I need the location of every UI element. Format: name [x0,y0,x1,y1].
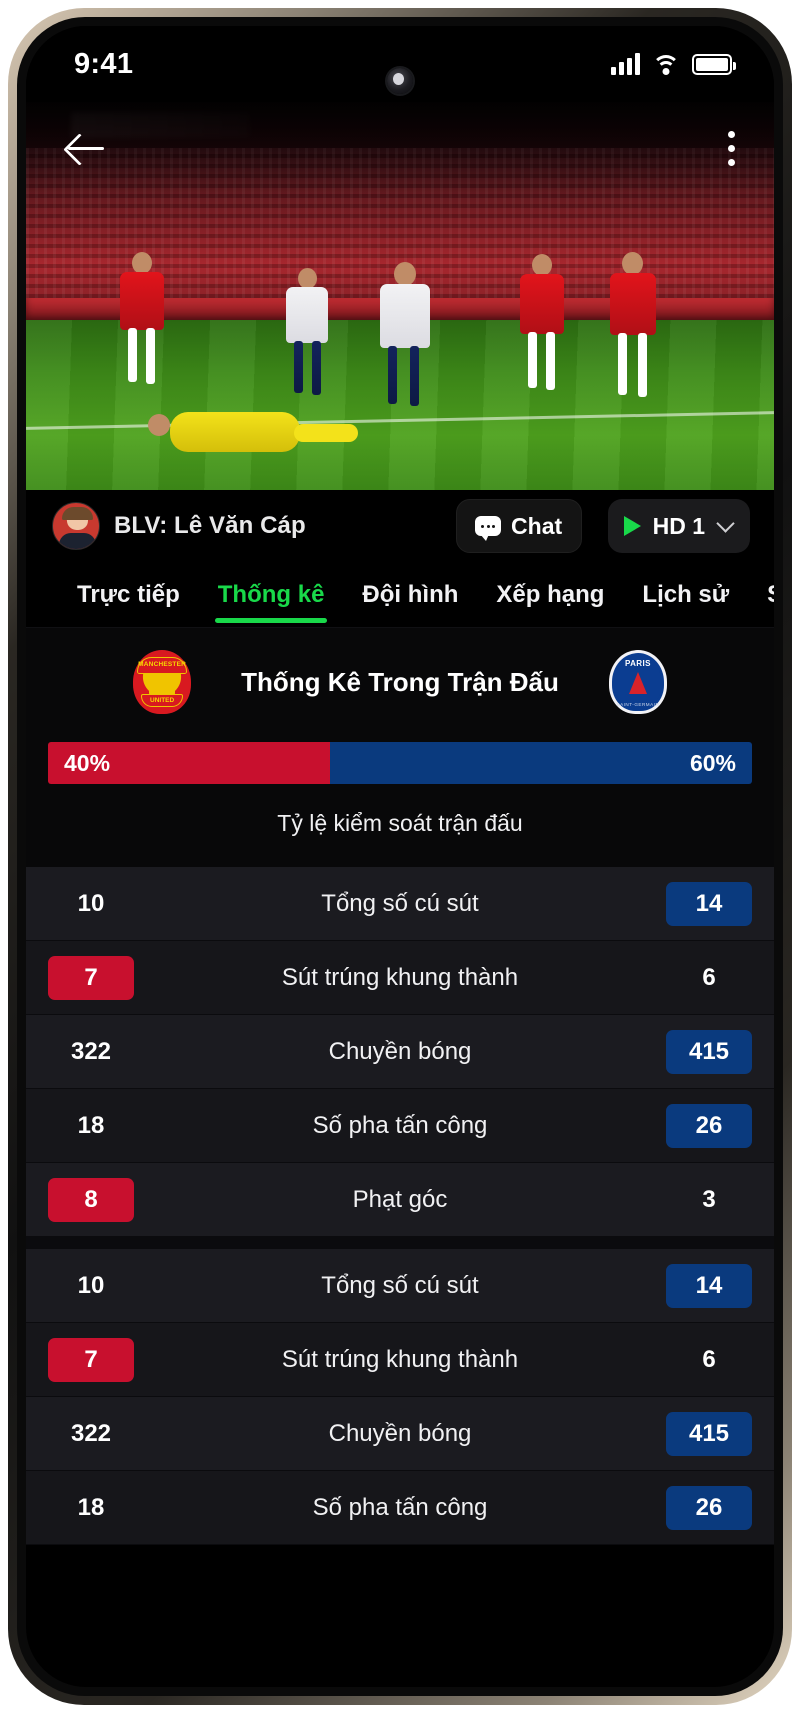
stat-label: Phạt góc [352,1185,448,1213]
stat-label: Tổng số cú sút [321,889,479,917]
page-title: Thống Kê Trong Trận Đấu [241,666,559,697]
live-video-player[interactable] [26,102,774,490]
stream-quality-selector[interactable]: HD 1 [607,499,750,553]
battery-full-icon [692,53,736,75]
table-row: 322 Chuyền bóng 415 [26,1397,774,1471]
table-row: 7 Sút trúng khung thành 6 [26,1323,774,1397]
table-row: 322 Chuyền bóng 415 [26,1015,774,1089]
possession-home-segment: 40% [48,742,330,784]
player-silhouette [596,252,668,424]
possession-bar: 40% 60% [48,742,752,784]
phone-device-frame: 9:41 BLV: Lê Văn Cáp Chat HD 1 Trực tiếp… [8,8,792,1705]
play-triangle-icon [623,516,641,536]
stats-header: Thống Kê Trong Trận Đấu PARISSAINT-GERMA… [26,628,774,734]
stat-home-value: 7 [48,955,134,1000]
possession-section: 40% 60% [26,734,774,784]
tab-truc-tiep[interactable]: Trực tiếp [58,562,199,627]
stream-quality-label: HD 1 [652,512,705,539]
front-camera-icon [387,68,413,94]
possession-caption: Tỷ lệ kiểm soát trận đấu [26,784,774,867]
phone-bezel: 9:41 BLV: Lê Văn Cáp Chat HD 1 Trực tiếp… [17,17,783,1696]
tab-thong-ke[interactable]: Thống kê [199,562,344,627]
stat-away-value: 6 [702,963,716,991]
table-row: 18 Số pha tấn công 26 [26,1471,774,1545]
table-row: 10 Tổng số cú sút 14 [26,1249,774,1323]
back-arrow-icon[interactable] [64,126,108,170]
stat-home-value: 322 [70,1037,112,1065]
goalkeeper-silhouette [144,398,364,472]
stat-home-value: 8 [48,1177,134,1222]
table-row: 10 Tổng số cú sút 14 [26,867,774,941]
stat-label: Số pha tấn công [312,1493,488,1521]
tab-lich-su[interactable]: Lịch sử [623,562,748,627]
table-row: 7 Sút trúng khung thành 6 [26,941,774,1015]
player-silhouette [106,252,176,402]
stat-label: Chuyền bóng [328,1419,472,1447]
stat-away-value: 3 [702,1185,716,1213]
stat-away-value: 14 [666,881,752,926]
stat-home-value: 18 [77,1111,105,1139]
stat-away-value: 14 [666,1263,752,1308]
video-top-controls [26,102,774,194]
stat-label: Sút trúng khung thành [281,1345,519,1373]
stats-table: 10 Tổng số cú sút 14 7 Sút trúng khung thành… [26,867,774,1545]
player-silhouette [276,268,340,418]
chat-bubble-icon [475,516,502,541]
stat-away-value: 415 [666,1029,752,1074]
stat-away-value: 26 [666,1485,752,1530]
wifi-icon [652,53,680,75]
stat-away-value: 415 [666,1411,752,1456]
chevron-down-icon [716,514,735,533]
status-indicators [611,53,736,75]
stat-away-value: 26 [666,1103,752,1148]
player-silhouette [366,262,442,430]
tab-doi-hinh[interactable]: Đội hình [343,562,477,627]
stat-home-value: 10 [77,889,105,917]
manchester-united-crest-icon [133,650,192,714]
tab-xep-hang[interactable]: Xếp hạng [477,562,623,627]
table-row: 8 Phạt góc 3 [26,1163,774,1237]
stat-label: Số pha tấn công [312,1111,488,1139]
phone-screen: 9:41 BLV: Lê Văn Cáp Chat HD 1 Trực tiếp… [26,26,774,1687]
signal-bars-icon [611,53,640,75]
kebab-menu-icon[interactable] [728,130,736,166]
stat-home-value: 10 [77,1271,105,1299]
stat-label: Sút trúng khung thành [281,963,519,991]
stat-away-value: 6 [702,1345,716,1373]
chat-button[interactable]: Chat [455,499,582,553]
stat-home-value: 322 [70,1419,112,1447]
stat-home-value: 18 [77,1493,105,1521]
commentator-name: BLV: Lê Văn Cáp [114,512,306,539]
tab-soi[interactable]: Soi [748,562,774,627]
stat-label: Tổng số cú sút [321,1271,479,1299]
table-row: 18 Số pha tấn công 26 [26,1089,774,1163]
player-silhouette [506,254,576,412]
status-bar: 9:41 [26,26,774,102]
avatar [52,502,100,550]
section-tabs[interactable]: Trực tiếp Thống kê Đội hình Xếp hạng Lịc… [26,562,774,628]
status-time: 9:41 [74,47,134,80]
stat-group-divider [26,1237,774,1249]
possession-away-segment: 60% [329,742,752,784]
commentator-bar: BLV: Lê Văn Cáp Chat HD 1 [26,490,774,562]
stat-label: Chuyền bóng [328,1037,472,1065]
paris-saint-germain-crest-icon: PARIS SAINT-GERMAIN [608,650,667,714]
chat-button-label: Chat [511,512,563,539]
stat-home-value: 7 [48,1337,134,1382]
